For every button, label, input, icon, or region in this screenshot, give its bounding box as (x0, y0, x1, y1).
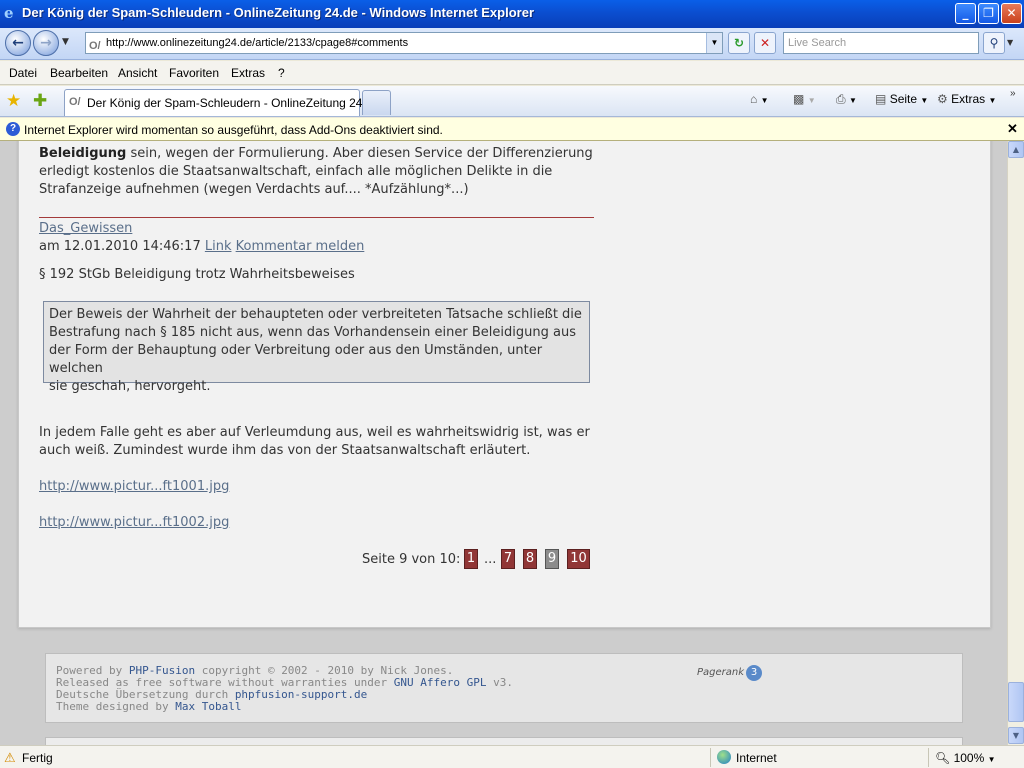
comment-divider (39, 217, 594, 218)
page-link-10[interactable]: 10 (567, 549, 590, 569)
search-input[interactable]: Live Search (783, 32, 979, 54)
print-icon[interactable]: ⎙ ▼ (836, 92, 857, 107)
close-button[interactable]: ✕ (1001, 3, 1022, 24)
status-text: Fertig (22, 751, 53, 765)
information-bar[interactable]: ? Internet Explorer wird momentan so aus… (0, 118, 1024, 141)
comment-heading: § 192 StGb Beleidigung trotz Wahrheitsbe… (39, 267, 355, 282)
address-toolbar: ← → ▼ O/ http://www.onlinezeitung24.de/a… (0, 28, 1024, 60)
page-link-1[interactable]: 1 (464, 549, 478, 569)
ie-logo-icon: e (4, 4, 14, 22)
image-link-2[interactable]: http://www.pictur...ft1002.jpg (39, 514, 229, 532)
scroll-down-icon[interactable]: ▼ (1008, 727, 1024, 744)
zoom-level[interactable]: 🔍︎ 100% ▼ (935, 751, 996, 765)
status-bar: ⚠ Fertig Internet 🔍︎ 100% ▼ (0, 745, 1024, 768)
menu-bar: Datei Bearbeiten Ansicht Favoriten Extra… (0, 61, 1024, 85)
pagerank-label: Pagerank (697, 667, 745, 678)
history-dropdown-icon[interactable]: ▼ (62, 37, 69, 47)
infobar-close-icon[interactable]: ✕ (1007, 121, 1018, 137)
site-footer: Powered by PHP-Fusion copyright © 2002 -… (45, 653, 963, 723)
translation-link[interactable]: phpfusion-support.de (235, 688, 367, 701)
pagination-ellipsis: ... (484, 552, 497, 567)
chevron-more-icon[interactable]: » (1010, 88, 1016, 99)
tools-menu-button[interactable]: ⚙ Extras ▼ (937, 92, 996, 106)
address-dropdown-icon[interactable]: ▼ (706, 33, 722, 53)
comment-meta: am 12.01.2010 14:46:17 Link Kommentar me… (39, 238, 364, 256)
search-icon[interactable]: ⚲ (983, 32, 1005, 54)
warning-icon: ⚠ (4, 750, 16, 765)
page-icon: ▤ (875, 92, 887, 106)
pagination-label: Seite 9 von 10: (362, 552, 461, 567)
tab-active[interactable]: O/ Der König der Spam-Schleudern - Onlin… (64, 89, 379, 116)
security-zone: Internet (736, 751, 777, 765)
menu-datei[interactable]: Datei (9, 66, 37, 80)
footer-bottom-bar (45, 737, 963, 745)
vertical-scrollbar[interactable]: ▲ ▼ (1007, 141, 1024, 745)
menu-help[interactable]: ? (278, 66, 285, 80)
page-current-9: 9 (545, 549, 559, 569)
menu-bearbeiten[interactable]: Bearbeiten (50, 66, 108, 80)
feeds-icon[interactable]: ▩ ▼ (793, 92, 816, 106)
theme-author-link[interactable]: Max Toball (175, 700, 241, 713)
info-message: Internet Explorer wird momentan so ausge… (24, 123, 443, 137)
comment-date: am 12.01.2010 14:46:17 (39, 239, 201, 254)
add-favorite-icon[interactable]: ✚ (33, 91, 47, 111)
forward-button[interactable]: → (33, 30, 59, 56)
stop-button[interactable]: ✕ (754, 32, 776, 54)
menu-extras[interactable]: Extras (231, 66, 265, 80)
scroll-up-icon[interactable]: ▲ (1008, 141, 1024, 158)
page-link-7[interactable]: 7 (501, 549, 515, 569)
menu-ansicht[interactable]: Ansicht (118, 66, 157, 80)
info-icon: ? (6, 122, 20, 136)
search-options-dropdown-icon[interactable]: ▼ (1007, 32, 1019, 54)
article-content: Beleidigung sein, wegen der Formulierung… (18, 141, 991, 628)
favorites-star-icon[interactable]: ★ (6, 91, 21, 111)
menu-favoriten[interactable]: Favoriten (169, 66, 219, 80)
comment-quote: Der Beweis der Wahrheit der behaupteten … (43, 301, 590, 394)
address-input[interactable]: O/ http://www.onlinezeitung24.de/article… (85, 32, 723, 54)
page-menu-button[interactable]: ▤ Seite ▼ (875, 92, 928, 106)
scrollbar-thumb[interactable] (1008, 682, 1024, 722)
previous-comment-text: Beleidigung sein, wegen der Formulierung… (39, 146, 593, 197)
gear-icon: ⚙ (937, 92, 948, 106)
site-favicon-icon: O/ (89, 40, 101, 52)
page-viewport: Beleidigung sein, wegen der Formulierung… (0, 141, 1007, 745)
pagerank-badge: 3 (746, 665, 762, 681)
restore-button[interactable]: ❐ (978, 3, 999, 24)
new-tab-button[interactable] (362, 90, 391, 115)
address-url: http://www.onlinezeitung24.de/article/21… (106, 37, 409, 49)
home-icon[interactable]: ⌂ ▼ (750, 92, 769, 106)
comment-permalink[interactable]: Link (205, 239, 232, 254)
page-link-8[interactable]: 8 (523, 549, 537, 569)
minimize-button[interactable]: _ (955, 3, 976, 24)
tab-bar: ★ ✚ O/ Der König der Spam-Schleudern - O… (0, 86, 1024, 117)
title-bar: e Der König der Spam-Schleudern - Online… (0, 0, 1024, 28)
back-button[interactable]: ← (5, 30, 31, 56)
window-title: Der König der Spam-Schleudern - OnlineZe… (22, 5, 535, 20)
comment-body: In jedem Falle geht es aber auf Verleumd… (39, 425, 590, 458)
tab-label: Der König der Spam-Schleudern - OnlineZe… (87, 96, 380, 110)
refresh-button[interactable]: ↻ (728, 32, 750, 54)
image-link-1[interactable]: http://www.pictur...ft1001.jpg (39, 478, 229, 496)
report-comment-link[interactable]: Kommentar melden (236, 239, 365, 254)
comment-author[interactable]: Das_Gewissen (39, 220, 132, 238)
internet-zone-icon (717, 750, 731, 764)
tab-favicon-icon: O/ (69, 96, 81, 108)
license-link[interactable]: GNU Affero GPL (394, 676, 487, 689)
